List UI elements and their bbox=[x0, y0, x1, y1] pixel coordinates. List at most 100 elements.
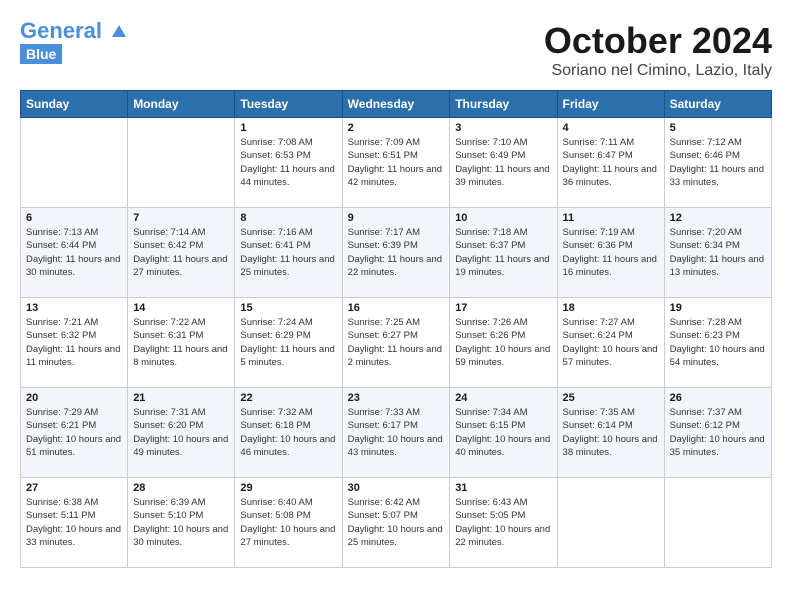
day-detail: Sunrise: 7:31 AMSunset: 6:20 PMDaylight:… bbox=[133, 406, 229, 459]
day-detail: Sunrise: 7:13 AMSunset: 6:44 PMDaylight:… bbox=[26, 226, 122, 279]
day-detail: Sunrise: 7:27 AMSunset: 6:24 PMDaylight:… bbox=[563, 316, 659, 369]
day-cell bbox=[664, 478, 771, 568]
day-detail: Sunrise: 7:34 AMSunset: 6:15 PMDaylight:… bbox=[455, 406, 551, 459]
day-cell: 10Sunrise: 7:18 AMSunset: 6:37 PMDayligh… bbox=[450, 208, 557, 298]
day-detail: Sunrise: 7:25 AMSunset: 6:27 PMDaylight:… bbox=[348, 316, 445, 369]
day-cell: 8 Sunrise: 7:16 AMSunset: 6:41 PMDaylight… bbox=[235, 208, 342, 298]
day-cell: 20 Sunrise: 7:29 AMSunset: 6:21 PMDayligh… bbox=[21, 388, 128, 478]
day-detail: Sunrise: 7:22 AMSunset: 6:31 PMDaylight:… bbox=[133, 316, 229, 369]
day-cell: 14 Sunrise: 7:22 AMSunset: 6:31 PMDayligh… bbox=[128, 298, 235, 388]
day-number: 30 bbox=[348, 482, 445, 494]
day-cell: 21 Sunrise: 7:31 AMSunset: 6:20 PMDayligh… bbox=[128, 388, 235, 478]
day-cell: 2Sunrise: 7:09 AMSunset: 6:51 PMDaylight… bbox=[342, 118, 450, 208]
day-detail: Sunrise: 7:16 AMSunset: 6:41 PMDaylight:… bbox=[240, 226, 336, 279]
header-monday: Monday bbox=[128, 91, 235, 118]
day-cell: 30 Sunrise: 6:42 AMSunset: 5:07 PMDayligh… bbox=[342, 478, 450, 568]
location: Soriano nel Cimino, Lazio, Italy bbox=[544, 62, 772, 80]
day-cell: 11 Sunrise: 7:19 AMSunset: 6:36 PMDayligh… bbox=[557, 208, 664, 298]
logo-general: General bbox=[20, 18, 102, 43]
day-detail: Sunrise: 7:10 AMSunset: 6:49 PMDaylight:… bbox=[455, 136, 551, 189]
day-cell: 1 Sunrise: 7:08 AMSunset: 6:53 PMDaylight… bbox=[235, 118, 342, 208]
day-cell: 19 Sunrise: 7:28 AMSunset: 6:23 PMDayligh… bbox=[664, 298, 771, 388]
day-cell: 28Sunrise: 6:39 AMSunset: 5:10 PMDayligh… bbox=[128, 478, 235, 568]
day-number: 20 bbox=[26, 392, 122, 404]
day-number: 22 bbox=[240, 392, 336, 404]
day-number: 29 bbox=[240, 482, 336, 494]
day-cell: 15 Sunrise: 7:24 AMSunset: 6:29 PMDayligh… bbox=[235, 298, 342, 388]
day-detail: Sunrise: 7:08 AMSunset: 6:53 PMDaylight:… bbox=[240, 136, 336, 189]
day-number: 7 bbox=[133, 212, 229, 224]
day-cell: 26Sunrise: 7:37 AMSunset: 6:12 PMDayligh… bbox=[664, 388, 771, 478]
day-detail: Sunrise: 7:21 AMSunset: 6:32 PMDaylight:… bbox=[26, 316, 122, 369]
day-cell: 3 Sunrise: 7:10 AMSunset: 6:49 PMDaylight… bbox=[450, 118, 557, 208]
day-number: 21 bbox=[133, 392, 229, 404]
day-detail: Sunrise: 7:20 AMSunset: 6:34 PMDaylight:… bbox=[670, 226, 766, 279]
day-number: 17 bbox=[455, 302, 551, 314]
day-detail: Sunrise: 7:35 AMSunset: 6:14 PMDaylight:… bbox=[563, 406, 659, 459]
header-tuesday: Tuesday bbox=[235, 91, 342, 118]
day-number: 14 bbox=[133, 302, 229, 314]
day-number: 28 bbox=[133, 482, 229, 494]
day-detail: Sunrise: 7:12 AMSunset: 6:46 PMDaylight:… bbox=[670, 136, 766, 189]
day-number: 9 bbox=[348, 212, 445, 224]
day-number: 5 bbox=[670, 122, 766, 134]
week-row-3: 13 Sunrise: 7:21 AMSunset: 6:32 PMDayligh… bbox=[21, 298, 772, 388]
day-cell: 24 Sunrise: 7:34 AMSunset: 6:15 PMDayligh… bbox=[450, 388, 557, 478]
day-number: 23 bbox=[348, 392, 445, 404]
day-number: 2 bbox=[348, 122, 445, 134]
day-number: 12 bbox=[670, 212, 766, 224]
day-number: 4 bbox=[563, 122, 659, 134]
logo-blue: Blue bbox=[20, 44, 62, 64]
day-cell: 27Sunrise: 6:38 AMSunset: 5:11 PMDayligh… bbox=[21, 478, 128, 568]
calendar-header-row: SundayMondayTuesdayWednesdayThursdayFrid… bbox=[21, 91, 772, 118]
day-number: 24 bbox=[455, 392, 551, 404]
day-number: 19 bbox=[670, 302, 766, 314]
day-number: 13 bbox=[26, 302, 122, 314]
day-cell: 4 Sunrise: 7:11 AMSunset: 6:47 PMDaylight… bbox=[557, 118, 664, 208]
header-wednesday: Wednesday bbox=[342, 91, 450, 118]
day-detail: Sunrise: 7:17 AMSunset: 6:39 PMDaylight:… bbox=[348, 226, 445, 279]
header-sunday: Sunday bbox=[21, 91, 128, 118]
day-cell: 29 Sunrise: 6:40 AMSunset: 5:08 PMDayligh… bbox=[235, 478, 342, 568]
day-number: 15 bbox=[240, 302, 336, 314]
day-detail: Sunrise: 7:11 AMSunset: 6:47 PMDaylight:… bbox=[563, 136, 659, 189]
header-saturday: Saturday bbox=[664, 91, 771, 118]
day-detail: Sunrise: 7:24 AMSunset: 6:29 PMDaylight:… bbox=[240, 316, 336, 369]
day-cell: 25 Sunrise: 7:35 AMSunset: 6:14 PMDayligh… bbox=[557, 388, 664, 478]
day-detail: Sunrise: 6:40 AMSunset: 5:08 PMDaylight:… bbox=[240, 496, 336, 549]
day-cell: 17Sunrise: 7:26 AMSunset: 6:26 PMDayligh… bbox=[450, 298, 557, 388]
logo: General Blue bbox=[20, 20, 128, 64]
day-cell: 18Sunrise: 7:27 AMSunset: 6:24 PMDayligh… bbox=[557, 298, 664, 388]
day-cell bbox=[128, 118, 235, 208]
day-number: 31 bbox=[455, 482, 551, 494]
day-cell: 5 Sunrise: 7:12 AMSunset: 6:46 PMDaylight… bbox=[664, 118, 771, 208]
day-cell: 7Sunrise: 7:14 AMSunset: 6:42 PMDaylight… bbox=[128, 208, 235, 298]
day-detail: Sunrise: 7:19 AMSunset: 6:36 PMDaylight:… bbox=[563, 226, 659, 279]
day-detail: Sunrise: 7:28 AMSunset: 6:23 PMDaylight:… bbox=[670, 316, 766, 369]
day-cell: 23Sunrise: 7:33 AMSunset: 6:17 PMDayligh… bbox=[342, 388, 450, 478]
page-header: General Blue October 2024 Soriano nel Ci… bbox=[20, 20, 772, 80]
calendar-table: SundayMondayTuesdayWednesdayThursdayFrid… bbox=[20, 90, 772, 568]
day-number: 16 bbox=[348, 302, 445, 314]
logo-text: General bbox=[20, 20, 128, 42]
day-number: 1 bbox=[240, 122, 336, 134]
day-detail: Sunrise: 7:29 AMSunset: 6:21 PMDaylight:… bbox=[26, 406, 122, 459]
day-number: 8 bbox=[240, 212, 336, 224]
day-cell: 9 Sunrise: 7:17 AMSunset: 6:39 PMDaylight… bbox=[342, 208, 450, 298]
day-cell: 16 Sunrise: 7:25 AMSunset: 6:27 PMDayligh… bbox=[342, 298, 450, 388]
day-detail: Sunrise: 6:38 AMSunset: 5:11 PMDaylight:… bbox=[26, 496, 122, 549]
day-detail: Sunrise: 6:42 AMSunset: 5:07 PMDaylight:… bbox=[348, 496, 445, 549]
day-cell: 22Sunrise: 7:32 AMSunset: 6:18 PMDayligh… bbox=[235, 388, 342, 478]
day-number: 25 bbox=[563, 392, 659, 404]
week-row-4: 20 Sunrise: 7:29 AMSunset: 6:21 PMDayligh… bbox=[21, 388, 772, 478]
day-number: 6 bbox=[26, 212, 122, 224]
header-friday: Friday bbox=[557, 91, 664, 118]
week-row-1: 1 Sunrise: 7:08 AMSunset: 6:53 PMDaylight… bbox=[21, 118, 772, 208]
day-number: 11 bbox=[563, 212, 659, 224]
day-detail: Sunrise: 6:43 AMSunset: 5:05 PMDaylight:… bbox=[455, 496, 551, 549]
day-detail: Sunrise: 7:18 AMSunset: 6:37 PMDaylight:… bbox=[455, 226, 551, 279]
day-cell: 12 Sunrise: 7:20 AMSunset: 6:34 PMDayligh… bbox=[664, 208, 771, 298]
day-cell: 6 Sunrise: 7:13 AMSunset: 6:44 PMDaylight… bbox=[21, 208, 128, 298]
header-thursday: Thursday bbox=[450, 91, 557, 118]
day-number: 3 bbox=[455, 122, 551, 134]
